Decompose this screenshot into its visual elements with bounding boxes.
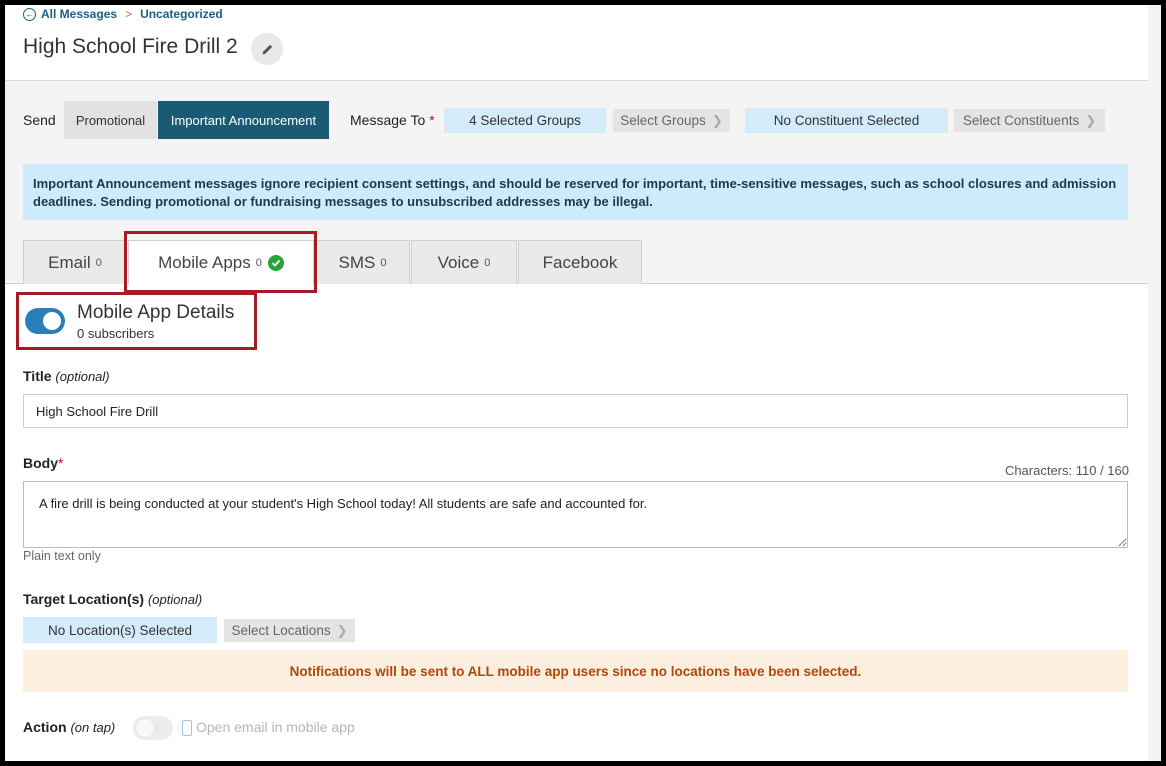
body-label-text: Body (23, 455, 58, 471)
tab-label: SMS (338, 252, 376, 272)
tab-sms[interactable]: SMS 0 (315, 240, 410, 284)
send-row: Send Promotional Important Announcement … (5, 100, 1148, 140)
title-label-text: Title (23, 368, 52, 384)
message-to-label: Message To * (350, 112, 435, 128)
action-qualifier: (on tap) (70, 720, 116, 735)
select-locations-button[interactable]: Select Locations ❯ (224, 619, 355, 642)
optional-note: (optional) (147, 592, 203, 607)
send-label: Send (23, 112, 56, 128)
select-constituents-button[interactable]: Select Constituents ❯ (954, 109, 1105, 132)
select-constituents-label: Select Constituents (962, 113, 1080, 128)
required-marker: * (58, 455, 64, 471)
action-label: Action (on tap) (23, 719, 115, 735)
character-count: Characters: 110 / 160 (1004, 463, 1129, 478)
breadcrumb-category[interactable]: Uncategorized (140, 7, 223, 21)
breadcrumb-all-messages[interactable]: All Messages (41, 7, 117, 21)
toggle-knob (136, 719, 154, 737)
checkmark-circle-icon (267, 255, 284, 271)
select-groups-label: Select Groups (620, 113, 706, 128)
action-label-text: Action (23, 719, 67, 735)
tab-count: 0 (95, 256, 102, 269)
required-marker: * (429, 112, 435, 128)
selected-locations-chip: No Location(s) Selected (23, 617, 217, 643)
tab-voice[interactable]: Voice 0 (411, 240, 517, 284)
page-title: High School Fire Drill 2 (23, 35, 238, 58)
toggle-knob (43, 312, 61, 330)
tab-label: Facebook (542, 252, 618, 272)
back-arrow-icon[interactable]: ← (23, 7, 36, 21)
page-header: ← All Messages > Uncategorized High Scho… (5, 5, 1148, 81)
important-announcement-button[interactable]: Important Announcement (158, 101, 329, 139)
select-groups-button[interactable]: Select Groups ❯ (613, 109, 730, 132)
subscriber-count: 0 subscribers (77, 326, 155, 341)
app-window: ← All Messages > Uncategorized High Scho… (5, 5, 1161, 761)
target-location-label-text: Target Location(s) (23, 591, 145, 607)
mobile-phone-icon (182, 720, 192, 736)
selected-constituents-chip: No Constituent Selected (745, 108, 948, 133)
title-input[interactable] (23, 394, 1128, 428)
tab-label: Mobile Apps (158, 253, 251, 272)
promotional-button[interactable]: Promotional (64, 101, 157, 139)
select-locations-label: Select Locations (231, 623, 331, 638)
chevron-right-icon: ❯ (1085, 112, 1097, 128)
mobile-app-details-heading: Mobile App Details (77, 302, 235, 323)
selected-groups-chip: 4 Selected Groups (444, 108, 606, 133)
tab-label: Email (48, 252, 91, 272)
body-textarea[interactable]: A fire drill is being conducted at your … (23, 481, 1128, 548)
pencil-icon (262, 44, 272, 54)
tab-mobile-apps[interactable]: Mobile Apps 0 (128, 240, 314, 285)
tab-label: Voice (437, 252, 480, 272)
tab-count: 0 (255, 257, 262, 269)
body-label: Body* (23, 455, 63, 471)
mobile-app-toggle[interactable] (25, 308, 65, 334)
edit-title-button[interactable] (251, 33, 283, 65)
target-location-label: Target Location(s) (optional) (23, 591, 202, 607)
open-email-option-label: Open email in mobile app (196, 719, 355, 735)
title-label: Title (optional) (23, 368, 110, 384)
message-to-text: Message To (350, 112, 426, 128)
action-toggle[interactable] (133, 716, 173, 740)
info-banner: Important Announcement messages ignore r… (23, 164, 1128, 220)
optional-note: (optional) (55, 369, 110, 384)
chevron-right-icon: ❯ (711, 112, 723, 128)
tab-count: 0 (380, 256, 387, 269)
scrollbar[interactable] (1151, 5, 1161, 761)
chevron-right-icon: ❯ (336, 622, 348, 638)
tab-facebook[interactable]: Facebook (518, 240, 642, 284)
warning-banner: Notifications will be sent to ALL mobile… (23, 650, 1128, 692)
breadcrumb-separator: > (125, 7, 133, 21)
tab-email[interactable]: Email 0 (23, 240, 127, 284)
tab-count: 0 (484, 256, 491, 269)
plain-text-note: Plain text only (23, 549, 101, 563)
breadcrumb: ← All Messages > Uncategorized (23, 7, 223, 21)
